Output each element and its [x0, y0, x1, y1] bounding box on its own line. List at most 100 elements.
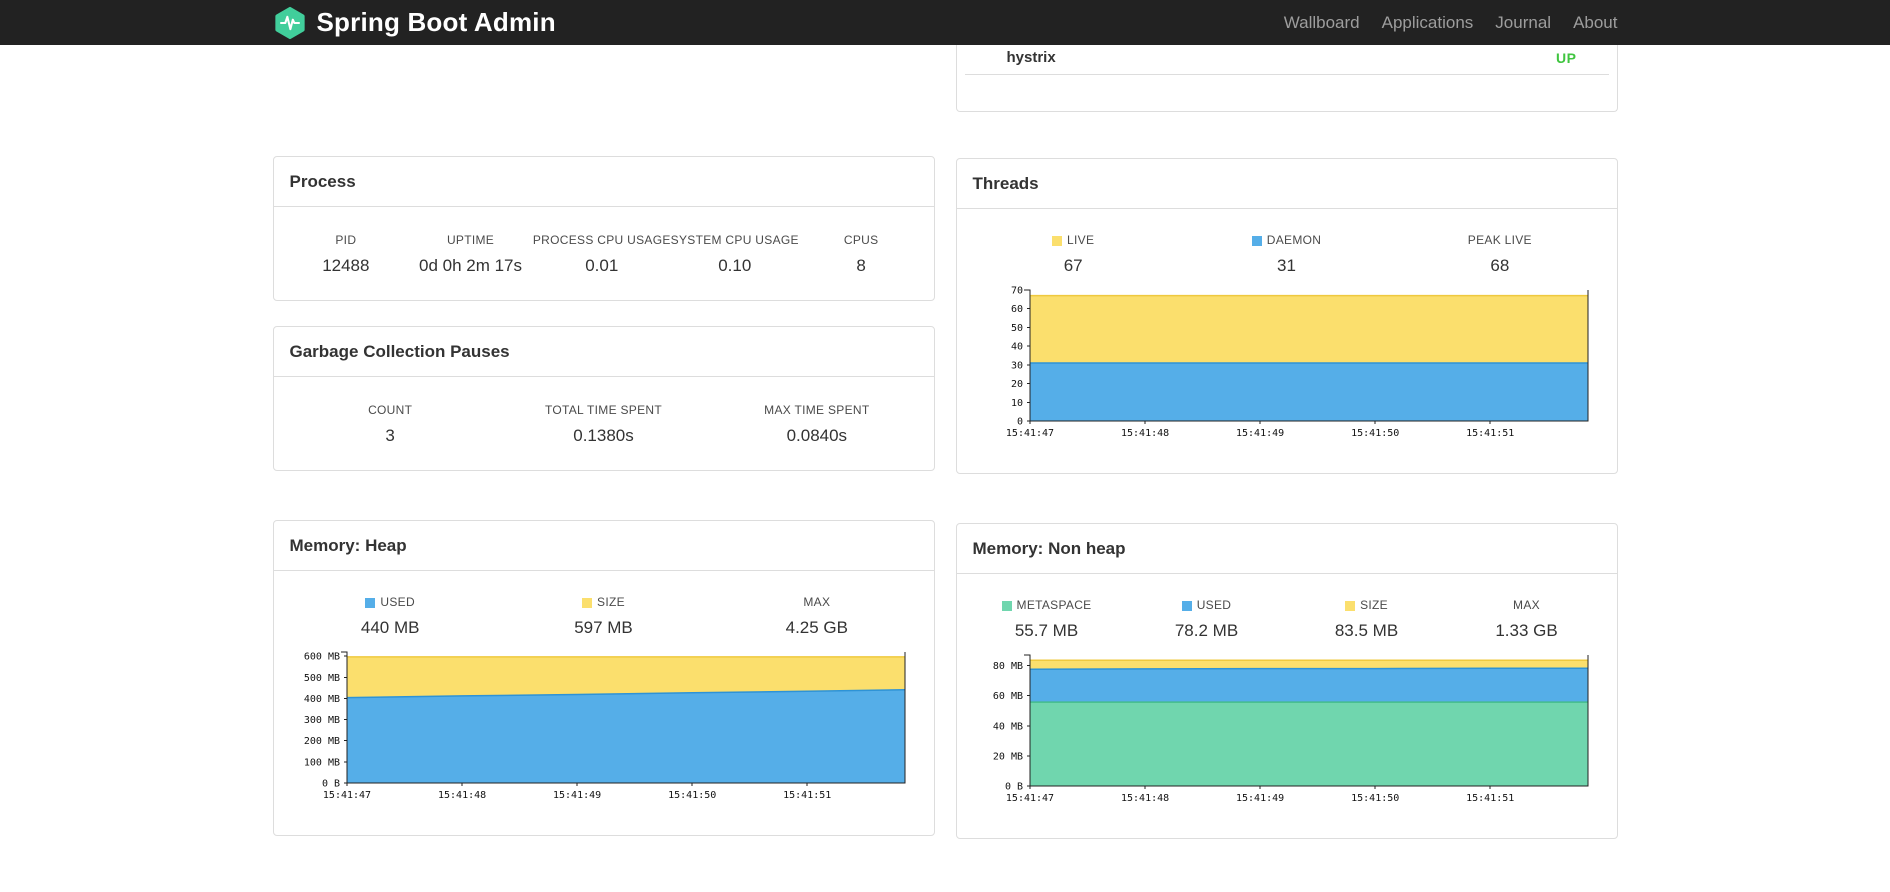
brand-title: Spring Boot Admin	[316, 7, 556, 37]
svg-text:15:41:49: 15:41:49	[1236, 793, 1284, 804]
stat-uptime-value: 0d 0h 2m 17s	[419, 256, 523, 275]
process-panel-title: Process	[273, 157, 934, 207]
stat-uptime-label: UPTIME	[446, 233, 495, 247]
left-column: Process PID 12488 UPTIME 0d 0h 2m 17s PR…	[272, 45, 935, 836]
nav-item-wallboard[interactable]: Wallboard	[1273, 13, 1371, 33]
nonheap-chart-wrap: 0 B 20 MB 40 MB 60 MB 80 MB 15:41:47 15:41:48 1…	[957, 648, 1617, 838]
svg-text:15:41:50: 15:41:50	[668, 790, 716, 801]
svg-text:15:41:49: 15:41:49	[1236, 428, 1284, 439]
svg-text:15:41:47: 15:41:47	[1005, 428, 1053, 439]
heap-area-chart: 0 B 100 MB 200 MB 300 MB 400 MB 500 MB 600 MB 1…	[303, 651, 905, 801]
legend-nonheap-used: USED 78.2 MB	[1127, 598, 1287, 642]
stat-gc-max-time-value: 0.0840s	[786, 426, 848, 445]
svg-text:30: 30	[1010, 360, 1022, 371]
legend-nonheap-metaspace: METASPACE 55.7 MB	[967, 598, 1127, 642]
legend-threads-live: LIVE 67	[967, 233, 1180, 277]
svg-text:0 B: 0 B	[1004, 782, 1022, 793]
svg-text:40 MB: 40 MB	[992, 721, 1022, 732]
svg-text:0: 0	[1016, 417, 1022, 428]
svg-text:0 B: 0 B	[321, 779, 339, 790]
nonheap-panel: Memory: Non heap METASPACE 55.7 MB USED	[955, 523, 1618, 839]
svg-text:400 MB: 400 MB	[303, 694, 339, 705]
stat-cpus: CPUS 8	[799, 233, 924, 277]
spring-boot-admin-logo-icon	[273, 6, 307, 40]
legend-heap-size-value: 597 MB	[574, 618, 633, 637]
svg-text:15:41:51: 15:41:51	[1466, 793, 1514, 804]
svg-text:15:41:51: 15:41:51	[1466, 428, 1514, 439]
legend-heap-max-label: MAX	[803, 595, 831, 609]
legend-nonheap-max-label: MAX	[1513, 598, 1540, 612]
svg-text:300 MB: 300 MB	[303, 715, 339, 726]
svg-text:70: 70	[1010, 286, 1022, 297]
legend-heap-max-value: 4.25 GB	[785, 618, 848, 637]
stat-system-cpu-usage-value: 0.10	[718, 256, 752, 275]
legend-heap-used-label: USED	[284, 595, 497, 610]
nav-item-journal[interactable]: Journal	[1484, 13, 1562, 33]
stat-system-cpu-usage: SYSTEM CPU USAGE 0.10	[671, 233, 799, 277]
threads-daemon-swatch-icon	[1251, 235, 1262, 246]
threads-area-chart: 0 10 20 30 40 50 60 70 15:41:47 15:41:48 15:41:49 1…	[1005, 286, 1588, 439]
nonheap-area-chart: 0 B 20 MB 40 MB 60 MB 80 MB 15:41:47 15:41:48 1…	[992, 654, 1588, 804]
svg-text:15:41:47: 15:41:47	[1005, 793, 1053, 804]
health-panel-spacer	[957, 75, 1617, 111]
svg-text:15:41:47: 15:41:47	[322, 790, 370, 801]
stat-gc-count: COUNT 3	[284, 403, 497, 447]
svg-text:80 MB: 80 MB	[992, 661, 1022, 672]
main-content: Process PID 12488 UPTIME 0d 0h 2m 17s PR…	[272, 45, 1618, 839]
stat-process-cpu-usage: PROCESS CPU USAGE 0.01	[533, 233, 671, 277]
nav-item-about[interactable]: About	[1562, 13, 1617, 33]
legend-threads-peak-live: PEAK LIVE 68	[1393, 233, 1606, 277]
nav-links: Wallboard Applications Journal About	[1273, 13, 1618, 33]
svg-text:15:41:48: 15:41:48	[1121, 428, 1169, 439]
threads-panel-title: Threads	[956, 159, 1617, 209]
svg-text:20: 20	[1010, 379, 1022, 390]
legend-nonheap-size-label: SIZE	[1287, 598, 1447, 613]
brand-link[interactable]: Spring Boot Admin	[273, 6, 556, 40]
svg-text:40: 40	[1010, 342, 1022, 353]
heap-used-swatch-icon	[365, 597, 376, 608]
navbar: Spring Boot Admin Wallboard Applications…	[0, 0, 1890, 45]
legend-threads-live-label: LIVE	[967, 233, 1180, 248]
process-stats: PID 12488 UPTIME 0d 0h 2m 17s PROCESS CP…	[274, 207, 934, 300]
nonheap-used-swatch-icon	[1181, 600, 1192, 611]
health-panel: hystrix UP	[955, 45, 1618, 112]
stat-gc-total-time-label: TOTAL TIME SPENT	[544, 403, 663, 417]
legend-nonheap-used-label: USED	[1127, 598, 1287, 613]
navbar-inner: Spring Boot Admin Wallboard Applications…	[273, 0, 1618, 45]
svg-text:200 MB: 200 MB	[303, 736, 339, 747]
svg-text:15:41:51: 15:41:51	[783, 790, 831, 801]
stat-system-cpu-usage-label: SYSTEM CPU USAGE	[670, 233, 799, 247]
svg-text:15:41:48: 15:41:48	[1121, 793, 1169, 804]
stat-gc-total-time-value: 0.1380s	[573, 426, 634, 445]
stat-gc-total-time: TOTAL TIME SPENT 0.1380s	[497, 403, 710, 447]
stat-process-cpu-usage-label: PROCESS CPU USAGE	[532, 233, 671, 247]
legend-heap-size-label: SIZE	[497, 595, 710, 610]
nonheap-metaspace-swatch-icon	[1001, 600, 1012, 611]
stat-cpus-label: CPUS	[843, 233, 879, 247]
threads-live-swatch-icon	[1052, 235, 1063, 246]
gc-panel-title: Garbage Collection Pauses	[273, 327, 934, 377]
health-status-badge: UP	[1556, 50, 1577, 66]
legend-nonheap-max: MAX 1.33 GB	[1447, 598, 1607, 642]
stat-cpus-value: 8	[856, 256, 866, 275]
svg-text:100 MB: 100 MB	[303, 757, 339, 768]
gc-panel: Garbage Collection Pauses COUNT 3 TOTAL …	[272, 326, 935, 471]
nav-item-applications[interactable]: Applications	[1371, 13, 1485, 33]
svg-text:20 MB: 20 MB	[992, 751, 1022, 762]
threads-legend: LIVE 67 DAEMON 31 PEAK LIVE 68	[957, 209, 1617, 277]
legend-heap-size: SIZE 597 MB	[497, 595, 710, 639]
nonheap-size-swatch-icon	[1345, 600, 1356, 611]
stat-pid-value: 12488	[322, 256, 370, 275]
legend-nonheap-size: SIZE 83.5 MB	[1287, 598, 1447, 642]
svg-text:600 MB: 600 MB	[303, 652, 339, 663]
right-column: hystrix UP Threads LIVE 67 DAEMON 31 PEA…	[955, 45, 1618, 839]
svg-text:500 MB: 500 MB	[303, 673, 339, 684]
heap-size-swatch-icon	[582, 597, 593, 608]
legend-threads-daemon-value: 31	[1277, 256, 1296, 275]
nonheap-legend: METASPACE 55.7 MB USED 78.2 MB SIZE 83.5…	[957, 574, 1617, 642]
legend-threads-daemon-label: DAEMON	[1180, 233, 1393, 248]
health-service-name: hystrix	[1006, 49, 1056, 66]
legend-threads-peak-live-label: PEAK LIVE	[1467, 233, 1532, 247]
legend-threads-peak-live-value: 68	[1490, 256, 1510, 275]
svg-text:15:41:50: 15:41:50	[1351, 793, 1399, 804]
